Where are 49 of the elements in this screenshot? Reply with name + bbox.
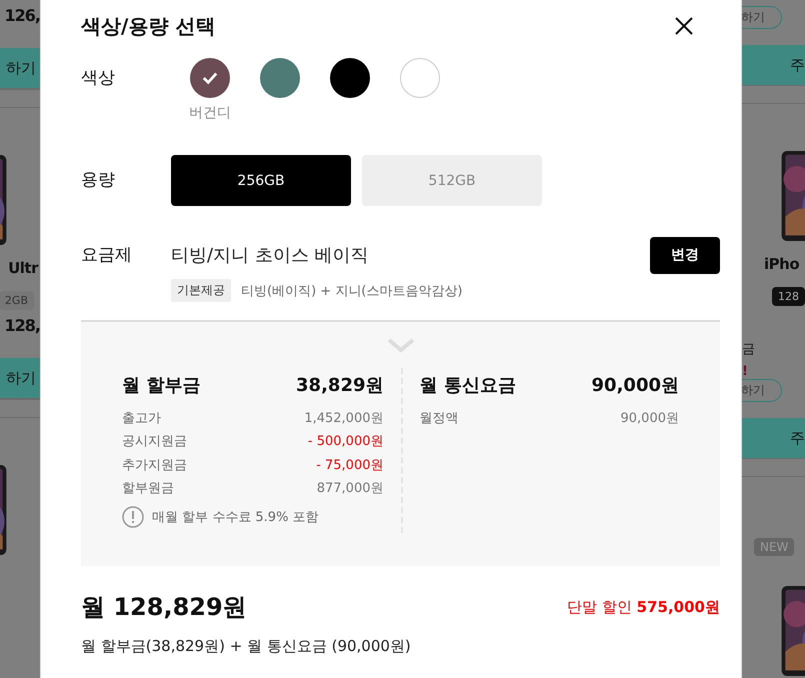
storage-chip: 2GB	[0, 291, 34, 310]
section-amount: 38,829원	[296, 374, 384, 397]
field-label: 용량	[81, 169, 116, 192]
field-label: 색상	[81, 67, 116, 90]
benefit-text: 금	[742, 341, 755, 358]
dialog-title: 색상/용량 선택	[81, 12, 216, 40]
price-text: 126,	[4, 5, 40, 27]
color-swatch[interactable]	[330, 58, 370, 98]
storage-chip: 128	[772, 287, 805, 306]
close-button[interactable]	[674, 16, 694, 36]
product-name: Ultr	[8, 258, 38, 279]
plan-description: 티빙(베이직) + 지니(스마트음악감상)	[241, 282, 462, 300]
action-bar[interactable]: 주	[742, 45, 805, 85]
included-tag: 기본제공	[171, 279, 231, 302]
color-name: 버건디	[189, 104, 231, 122]
section-title: 월 통신요금	[420, 374, 516, 397]
row-value: - 500,000원	[308, 433, 384, 450]
check-icon	[201, 70, 219, 86]
action-bar[interactable]: 주	[742, 418, 805, 458]
fee-note: 매월 할부 수수료 5.9% 포함	[152, 509, 319, 526]
color-swatch[interactable]	[190, 58, 230, 98]
benefit-text: !	[742, 364, 748, 379]
section-title: 월 할부금	[122, 374, 200, 397]
close-icon	[674, 16, 694, 36]
color-swatch[interactable]	[260, 58, 300, 98]
plan-name: 티빙/지니 초이스 베이직	[171, 244, 369, 267]
row-label: 추가지원금	[122, 456, 187, 474]
action-bar[interactable]: 하기	[0, 358, 40, 399]
capacity-option[interactable]: 512GB	[362, 155, 542, 206]
total-breakdown: 월 할부금(38,829원) + 월 통신요금 (90,000원)	[81, 637, 412, 656]
action-bar[interactable]: 하기	[0, 48, 40, 89]
row-label: 공시지원금	[122, 433, 187, 450]
monthly-total: 월 128,829원	[81, 592, 247, 623]
row-label: 출고가	[122, 410, 161, 427]
price-text: 128,	[4, 315, 40, 337]
device-discount: 단말 할인 575,000원	[567, 598, 720, 616]
color-swatch[interactable]	[400, 58, 440, 98]
change-button[interactable]: 변경	[650, 236, 720, 274]
product-name: iPho	[764, 254, 800, 275]
row-value: 90,000원	[620, 410, 679, 427]
section-amount: 90,000원	[592, 374, 679, 397]
row-value: 1,452,000원	[304, 410, 384, 427]
field-label: 요금제	[81, 244, 133, 267]
row-label: 월정액	[420, 410, 458, 427]
row-label: 할부원금	[122, 480, 174, 498]
capacity-option[interactable]: 256GB	[171, 155, 351, 206]
row-value: 877,000원	[316, 480, 384, 498]
info-icon	[122, 506, 144, 528]
row-value: - 75,000원	[316, 456, 384, 474]
